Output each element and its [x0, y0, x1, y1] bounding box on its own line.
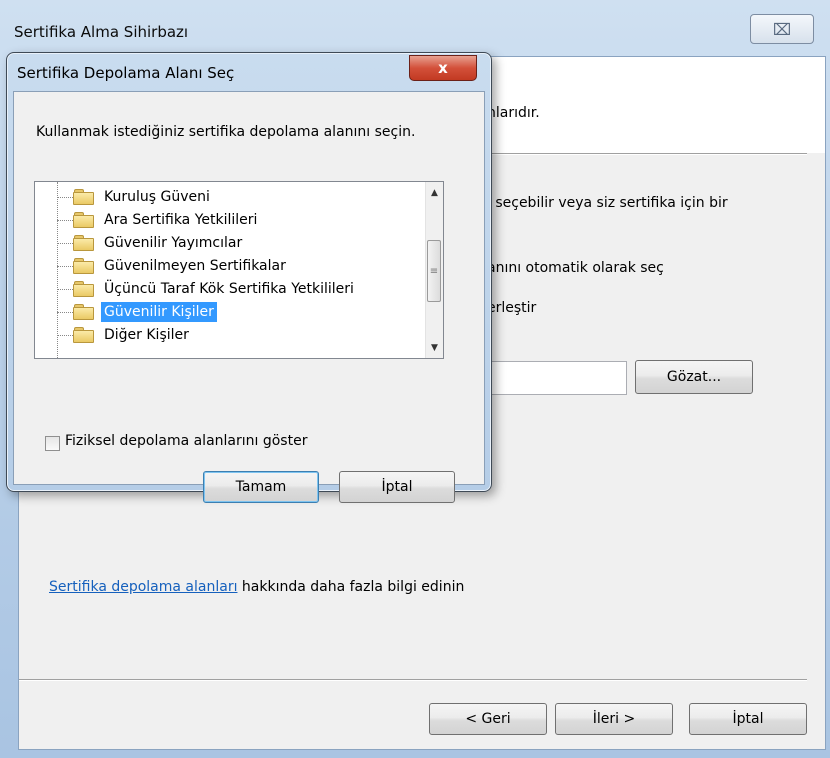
wizard-choose-text: ı seçebilir veya siz sertifika için bir	[487, 195, 728, 211]
tree-item-label: Güvenilir Kişiler	[101, 302, 217, 322]
tree-connector	[57, 266, 73, 267]
back-button[interactable]: < Geri	[429, 703, 547, 735]
wizard-title: Sertifika Alma Sihirbazı	[14, 23, 189, 41]
tree-connector	[57, 243, 73, 244]
auto-select-option-label[interactable]: anını otomatik olarak seç	[487, 260, 664, 276]
certificate-store-field[interactable]	[489, 361, 627, 395]
tree-item-label: Güvenilir Yayımcılar	[104, 235, 243, 251]
tree-item-label: Kuruluş Güveni	[104, 189, 210, 205]
wizard-intro-text: nlarıdır.	[487, 105, 540, 121]
certificate-stores-link[interactable]: Sertifika depolama alanları	[49, 579, 237, 595]
next-button[interactable]: İleri >	[555, 703, 673, 735]
scroll-up-arrow-icon[interactable]: ▲	[426, 184, 443, 201]
tree-item[interactable]: Güvenilir Yayımcılar	[35, 232, 425, 254]
tree-item[interactable]: Üçüncü Taraf Kök Sertifika Yetkilileri	[35, 278, 425, 300]
tree-item-label: Diğer Kişiler	[104, 327, 189, 343]
tree-scrollbar[interactable]: ▲ ≡ ▼	[425, 182, 443, 358]
dialog-cancel-button[interactable]: İptal	[339, 471, 455, 503]
certificate-store-tree[interactable]: Kuruluş Güveni Ara Sertifika Yetkilileri G…	[34, 181, 444, 359]
show-physical-stores-label[interactable]: Fiziksel depolama alanlarını göster	[65, 433, 307, 449]
tree-item[interactable]: Kuruluş Güveni	[35, 186, 425, 208]
folder-icon	[73, 327, 94, 343]
show-physical-stores-checkbox[interactable]	[45, 436, 60, 451]
dialog-close-button[interactable]: x	[409, 55, 477, 81]
folder-icon	[73, 304, 94, 320]
folder-icon	[73, 258, 94, 274]
footer-separator	[19, 679, 807, 681]
ok-button[interactable]: Tamam	[203, 471, 319, 503]
folder-icon	[73, 189, 94, 205]
tree-item[interactable]: Güvenilir Kişiler	[35, 301, 425, 323]
scroll-down-arrow-icon[interactable]: ▼	[426, 339, 443, 356]
tree-connector	[57, 220, 73, 221]
tree-connector	[57, 289, 73, 290]
tree-connector	[57, 312, 73, 313]
browse-button[interactable]: Gözat...	[635, 360, 753, 394]
tree-connector	[57, 335, 73, 336]
learn-more-suffix: hakkında daha fazla bilgi edinin	[237, 579, 465, 595]
tree-item[interactable]: Diğer Kişiler	[35, 324, 425, 346]
place-in-store-option-label[interactable]: erleştir	[487, 300, 536, 316]
tree-item-label: Güvenilmeyen Sertifikalar	[104, 258, 286, 274]
folder-icon	[73, 212, 94, 228]
close-icon: ⌧	[772, 19, 792, 39]
dialog-instruction: Kullanmak istediğiniz sertifika depolama…	[36, 124, 416, 140]
tree-item[interactable]: Ara Sertifika Yetkilileri	[35, 209, 425, 231]
tree-item[interactable]: Güvenilmeyen Sertifikalar	[35, 255, 425, 277]
select-certificate-store-dialog: Sertifika Depolama Alanı Seç x Kullanmak…	[6, 52, 492, 503]
tree-connector	[57, 197, 73, 198]
tree-item-label: Ara Sertifika Yetkilileri	[104, 212, 258, 228]
wizard-cancel-button[interactable]: İptal	[689, 703, 807, 735]
folder-icon	[73, 235, 94, 251]
learn-more-line: Sertifika depolama alanları hakkında dah…	[49, 579, 464, 595]
tree-item-label: Üçüncü Taraf Kök Sertifika Yetkilileri	[104, 281, 354, 297]
folder-icon	[73, 281, 94, 297]
dialog-title: Sertifika Depolama Alanı Seç	[17, 64, 235, 82]
scroll-thumb[interactable]: ≡	[427, 240, 441, 302]
close-icon: x	[438, 59, 448, 77]
wizard-close-button[interactable]: ⌧	[750, 14, 814, 44]
